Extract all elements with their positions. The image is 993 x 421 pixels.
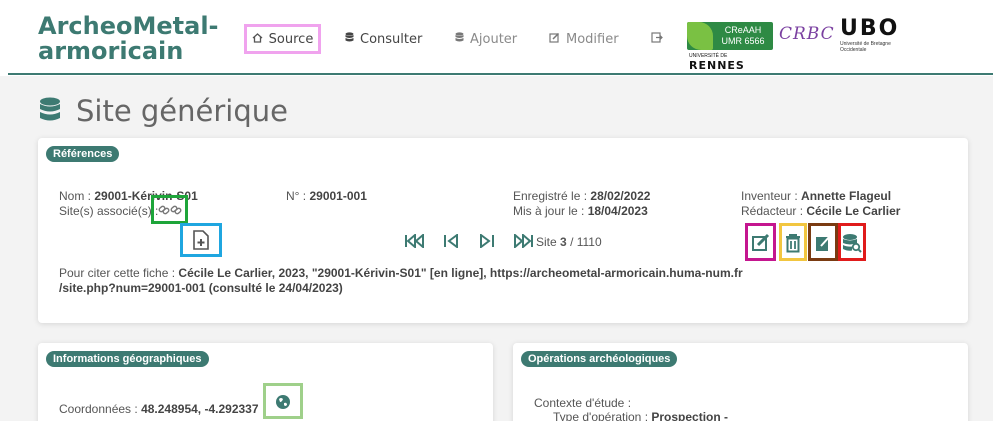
nav-consulter-label: Consulter (360, 31, 423, 47)
link-button[interactable] (151, 195, 188, 224)
first-record-button[interactable] (404, 233, 426, 249)
pager-label: Site (536, 235, 557, 249)
maj-label: Mis à jour le : (513, 204, 585, 218)
file-plus-icon (187, 229, 215, 251)
geo-badge: Informations géographiques (46, 351, 209, 367)
nav-ajouter[interactable]: Ajouter (455, 24, 517, 54)
brand-line-2: armoricain (38, 37, 184, 65)
creaah-leaf-icon (687, 22, 713, 50)
inventeur-field: Inventeur : Annette Flageul (741, 189, 891, 203)
enregistre-label: Enregistré le : (513, 189, 588, 203)
nav-ajouter-label: Ajouter (470, 31, 518, 47)
page-title: Site générique (38, 94, 288, 128)
sign-out-icon (651, 32, 663, 46)
type-operation-value: Prospection - (651, 410, 729, 421)
cite-text-line-2[interactable]: /site.php?num=29001-001 (consulté le 24/… (59, 281, 343, 295)
record-navigation (404, 233, 534, 249)
delete-button[interactable] (779, 223, 807, 261)
pen-square-icon (549, 32, 560, 46)
type-operation-label: Type d'opération : (553, 410, 649, 421)
nav-modifier[interactable]: Modifier (549, 24, 619, 54)
previous-icon (444, 234, 458, 248)
nav-logout[interactable] (651, 24, 663, 54)
nav-consulter[interactable]: Consulter (345, 24, 422, 54)
database-icon (38, 97, 62, 125)
last-icon (514, 234, 533, 248)
nav-modifier-label: Modifier (566, 31, 619, 47)
rennes-logo[interactable]: UNIVERSITÉ DE RENNES (689, 53, 751, 75)
crbc-logo[interactable]: CRBC (779, 24, 835, 46)
type-operation-field: Type d'opération : Prospection - (553, 410, 728, 421)
cite-line-1: Pour citer cette fiche : Cécile Le Carli… (59, 266, 743, 280)
creaah-logo-line-2: UMR 6566 (721, 36, 765, 46)
nom-label: Nom : (59, 189, 92, 203)
maj-field: Mis à jour le : 18/04/2023 (513, 204, 648, 218)
database-search-icon (841, 231, 863, 255)
database-icon (455, 32, 464, 46)
map-button[interactable] (263, 383, 303, 419)
export-icon (812, 231, 834, 255)
cite-label: Pour citer cette fiche : (59, 266, 176, 280)
header-divider (8, 73, 993, 75)
database-icon (345, 32, 354, 46)
contexte-label: Contexte d'étude : (534, 396, 632, 410)
rennes-logo-text: RENNES (689, 59, 745, 72)
edit-button[interactable] (745, 223, 776, 261)
ubo-logo-subtitle: Université de Bretagne Occidentale (840, 41, 891, 53)
trash-icon (782, 231, 804, 255)
coords-value: 48.248954, -4.292337 (141, 402, 259, 416)
inventeur-value: Annette Flageul (801, 189, 892, 203)
enregistre-value: 28/02/2022 (590, 189, 651, 203)
maj-value: 18/04/2023 (587, 204, 648, 218)
ubo-logo-text: UBO (840, 16, 900, 41)
inventeur-label: Inventeur : (741, 189, 798, 203)
globe-icon (272, 392, 294, 412)
redacteur-field: Rédacteur : Cécile Le Carlier (741, 204, 900, 218)
pager-status: Site 3 / 1110 (536, 235, 602, 249)
numero-field: N° : 29001-001 (286, 189, 367, 203)
creaah-logo[interactable]: CReAAH UMR 6566 (687, 22, 773, 50)
enregistre-field: Enregistré le : 28/02/2022 (513, 189, 650, 203)
coords-label: Coordonnées : (59, 402, 138, 416)
creaah-logo-line-1: CReAAH (724, 25, 762, 35)
pager-current: 3 (560, 235, 567, 249)
previous-record-button[interactable] (440, 233, 462, 249)
brand-line-1: ArcheoMetal- (38, 12, 219, 40)
operations-badge: Opérations archéologiques (521, 351, 678, 367)
last-record-button[interactable] (512, 233, 534, 249)
link-icon (156, 200, 183, 219)
pager-total: / 1110 (570, 235, 602, 249)
add-associated-site-button[interactable] (180, 223, 222, 257)
numero-value: 29001-001 (309, 189, 367, 203)
references-badge: Références (46, 146, 120, 162)
home-icon (252, 32, 263, 46)
redacteur-value: Cécile Le Carlier (806, 204, 901, 218)
export-button[interactable] (808, 223, 838, 261)
first-icon (405, 234, 424, 248)
cite-text-line-1[interactable]: Cécile Le Carlier, 2023, "29001-Kérivin-… (178, 266, 742, 280)
search-database-button[interactable] (838, 223, 866, 261)
coords-field: Coordonnées : 48.248954, -4.292337 (59, 402, 259, 416)
redacteur-label: Rédacteur : (741, 204, 804, 218)
nav-source[interactable]: Source (244, 24, 321, 54)
next-icon (480, 234, 494, 248)
next-record-button[interactable] (476, 233, 498, 249)
edit-icon (749, 231, 772, 255)
sites-associes-label: Site(s) associé(s) : (59, 204, 159, 218)
numero-label: N° : (286, 189, 307, 203)
page-title-text: Site générique (76, 94, 288, 128)
nav-source-label: Source (268, 31, 314, 47)
header: ArcheoMetal- armoricain Source Consulter… (0, 0, 993, 76)
app-brand[interactable]: ArcheoMetal- armoricain (38, 14, 238, 64)
cite-line-2: /site.php?num=29001-001 (consulté le 24/… (59, 281, 343, 295)
ubo-logo[interactable]: UBO Université de Bretagne Occidentale (840, 16, 910, 54)
